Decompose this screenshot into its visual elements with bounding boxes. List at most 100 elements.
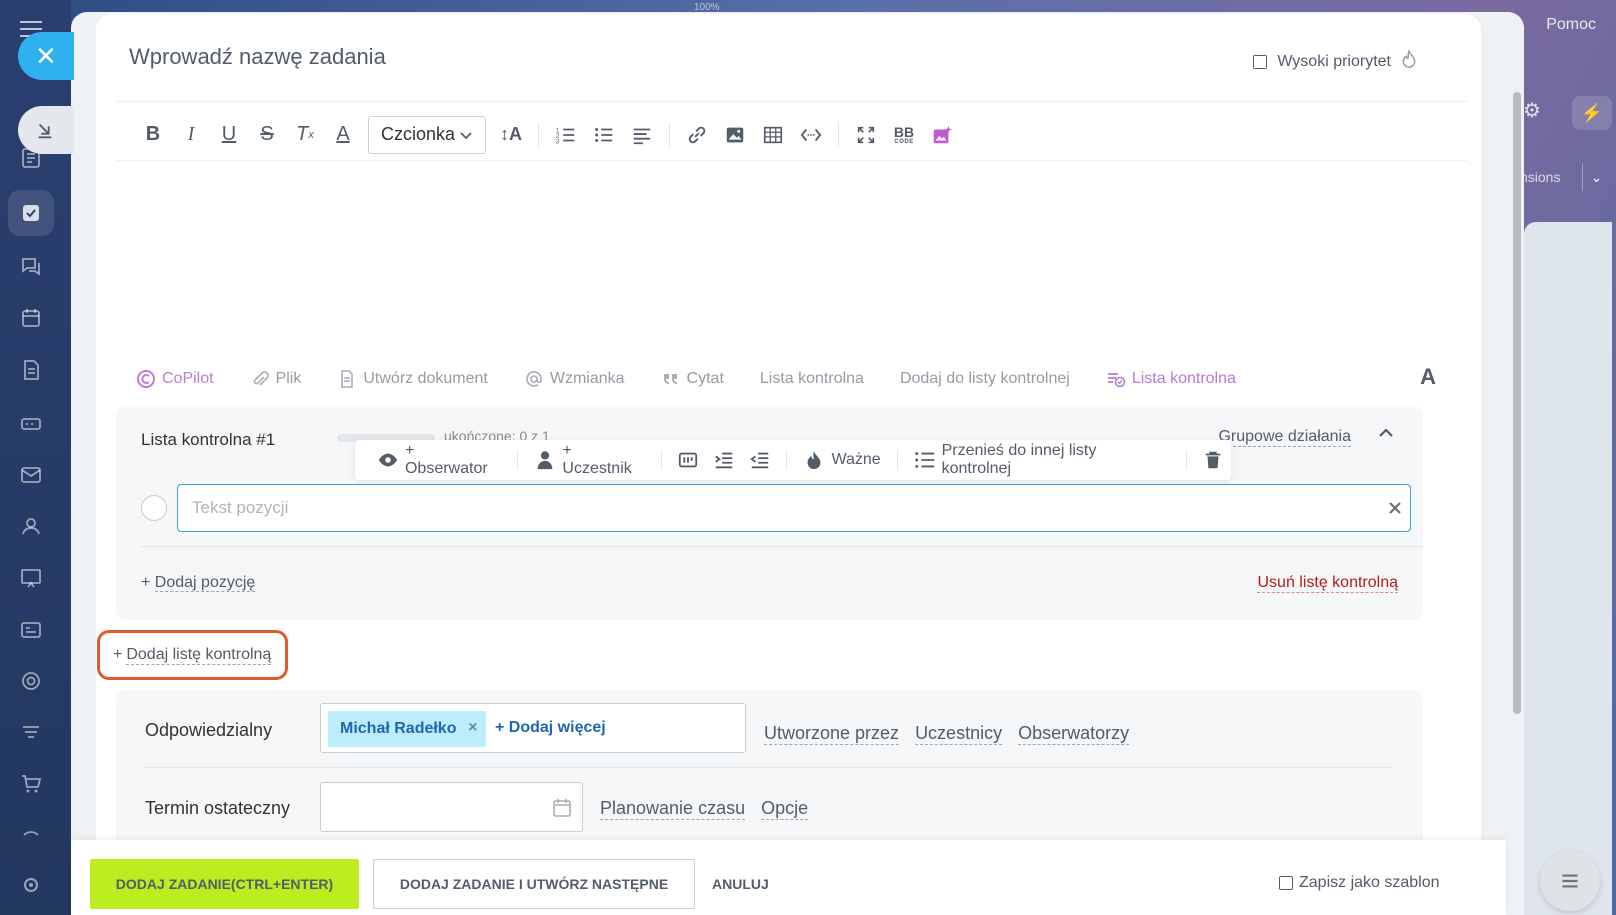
code-button[interactable] [792,118,830,152]
quote-icon [663,374,677,384]
calendar-icon[interactable] [552,798,572,818]
add-to-checklist-label: Dodaj do listy kontrolnej [899,370,1070,387]
deadline-input[interactable] [320,782,583,832]
target-icon[interactable] [18,668,44,694]
separator [661,450,663,470]
deadline-label: Termin ostateczny [145,798,291,818]
add-participant-button[interactable]: + Uczestnik [526,442,653,478]
responsible-field[interactable]: Michał Radełko × + Dodaj więcej [320,703,746,753]
image-button[interactable] [716,118,754,152]
fullscreen-button[interactable] [847,118,885,152]
calendar-icon[interactable] [18,305,44,331]
underline-button[interactable]: U [210,118,248,152]
form-footer: DODAJ ZADANIE(CTRL+ENTER) DODAJ ZADANIE … [71,840,1506,915]
important-button[interactable]: Ważne [795,449,888,471]
add-participant-label: + Uczestnik [562,442,632,477]
remove-checklist-link[interactable]: Usuń listę kontrolną [1257,574,1398,593]
align-button[interactable] [623,118,661,152]
outdent-button[interactable] [742,449,778,471]
cancel-button[interactable]: ANULUJ [712,876,769,892]
created-by-link[interactable]: Utworzone przez [764,723,900,745]
add-item-link[interactable]: + Dodaj pozycję [141,574,256,592]
responsible-label: Odpowiedzialny [145,720,273,740]
group-actions-link[interactable]: Grupowe działania [1218,428,1351,447]
copilot-button[interactable]: CoPilot [136,369,214,389]
add-more-button[interactable]: + Dodaj więcej [495,719,606,737]
text-color-button[interactable]: A [324,118,362,152]
time-planning-link[interactable]: Planowanie czasu [600,798,746,820]
collapse-checklist-button[interactable] [1377,424,1397,444]
numbered-list-button[interactable]: 123 [547,118,585,152]
cart-icon[interactable] [18,771,44,797]
settings-icon[interactable] [18,872,44,898]
drive-icon[interactable] [18,410,44,436]
outdent-icon [750,452,769,469]
crm-icon[interactable] [18,617,44,643]
clear-format-button[interactable]: Tx [286,118,324,152]
attach-bar: CoPilot Plik Utwórz dokument Wzmianka Cy… [136,364,1436,394]
contacts-icon[interactable] [18,513,44,539]
mail-icon[interactable] [18,462,44,488]
formatting-toggle-button[interactable]: A [1420,364,1436,390]
font-select[interactable]: Czcionka [368,115,487,154]
options-link[interactable]: Opcje [761,798,809,820]
checkbox[interactable] [1279,876,1293,890]
ai-image-button[interactable] [923,118,961,152]
table-button[interactable] [754,118,792,152]
scrollbar[interactable] [1513,92,1521,714]
chevron-down-icon[interactable]: ⌄ [1582,163,1610,191]
bullet-list-icon [595,127,613,142]
observers-link[interactable]: Obserwatorzy [1018,723,1130,745]
checkbox[interactable] [1253,55,1268,69]
delete-item-button[interactable] [1195,449,1231,471]
participants-link[interactable]: Uczestnicy [915,723,1003,745]
move-to-checklist-button[interactable]: Przenieś do innej listy kontrolnej [906,442,1178,478]
strikethrough-button[interactable]: S [248,118,286,152]
add-task-button[interactable]: DODAJ ZADANIE(CTRL+ENTER) [90,859,359,909]
italic-button[interactable]: I [172,118,210,152]
bold-button[interactable]: B [134,118,172,152]
chat-icon[interactable] [18,253,44,279]
mention-button[interactable]: Wzmianka [524,369,625,389]
extensions-label[interactable]: nsions [1520,169,1560,185]
bbcode-button[interactable]: BB CODE [885,118,923,152]
checklist-item-input[interactable] [177,484,1411,532]
add-observer-button[interactable]: + Obserwator [369,442,509,478]
checklist-button[interactable]: Lista kontrolna [760,370,864,388]
chat-button[interactable] [1540,851,1600,911]
add-checklist-link[interactable]: + Dodaj listę kontrolną [97,630,288,680]
filter-icon[interactable] [18,720,44,746]
tasks-icon[interactable] [18,200,44,226]
responsible-user-chip[interactable]: Michał Radełko × [328,711,487,747]
close-slider-button[interactable]: ✕ [18,32,74,80]
help-link[interactable]: Pomoc [1546,16,1596,34]
important-label: Ważne [831,451,881,468]
minimize-icon [38,123,52,139]
presentation-icon[interactable] [18,565,44,591]
separator [896,450,898,470]
font-size-button[interactable]: ↕A [492,118,530,152]
clear-item-button[interactable] [1387,500,1403,516]
chevron-up-icon[interactable] [18,820,44,846]
collapse-slider-button[interactable] [18,106,74,154]
link-button[interactable] [678,118,716,152]
checklist-active-button[interactable]: Lista kontrolna [1106,369,1236,389]
lightning-icon[interactable]: ⚡ [1572,96,1612,130]
add-task-and-next-button[interactable]: DODAJ ZADANIE I UTWÓRZ NASTĘPNE [373,859,695,909]
remove-user-icon[interactable]: × [468,719,477,737]
add-to-checklist-button[interactable]: Dodaj do listy kontrolnej [900,370,1070,388]
indent-button[interactable] [706,449,742,471]
save-as-template-checkbox[interactable]: Zapisz jako szablon [1279,874,1440,892]
bbcode-sublabel: CODE [894,138,914,145]
add-checklist-prefix: + [113,646,123,663]
bullet-list-button[interactable] [585,118,623,152]
quote-button[interactable]: Cytat [661,369,724,389]
file-button[interactable]: Plik [250,369,301,389]
separator [538,122,540,147]
document-icon[interactable] [18,357,44,383]
checklist-item-checkbox[interactable] [141,495,167,521]
attach-to-item-button[interactable] [670,449,706,471]
task-title-input[interactable] [129,44,829,70]
create-document-button[interactable]: Utwórz dokument [337,369,488,389]
high-priority-checkbox[interactable]: Wysoki priorytet [1253,48,1417,74]
